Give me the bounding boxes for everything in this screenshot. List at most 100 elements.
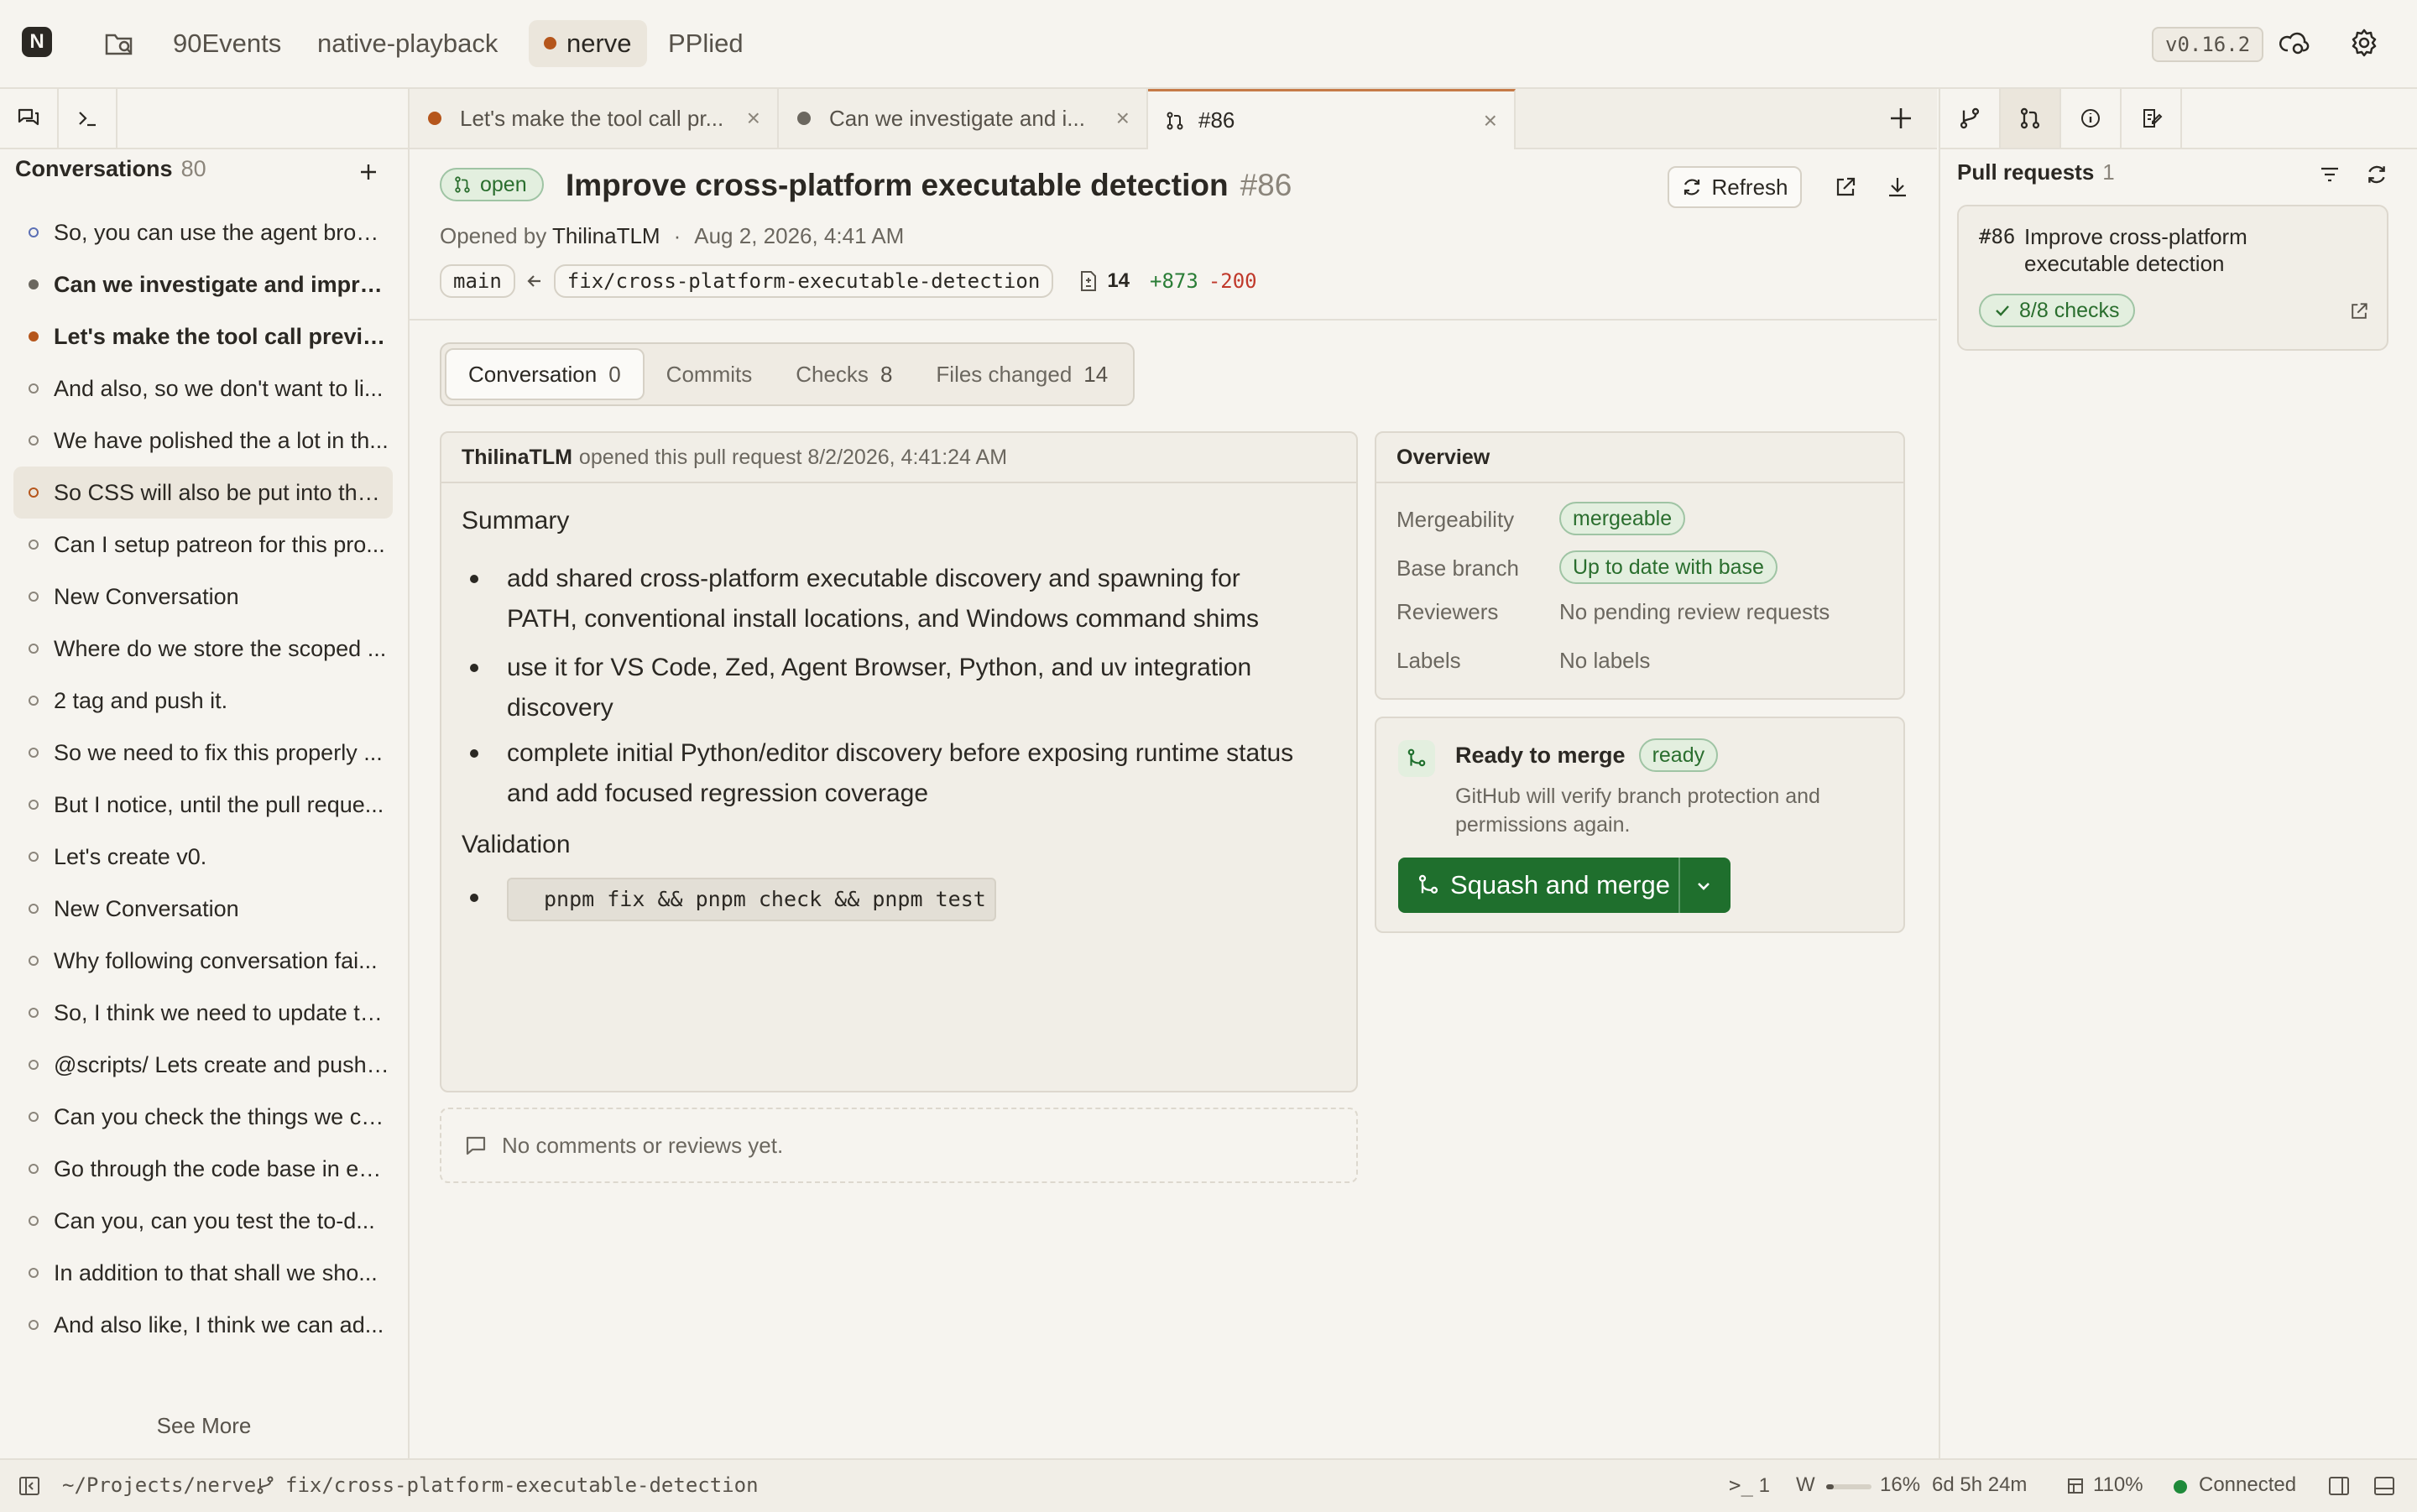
list-item[interactable]: Let's create v0. — [13, 831, 393, 883]
close-icon[interactable]: × — [1116, 105, 1130, 132]
tab-checks[interactable]: Checks 8 — [774, 348, 914, 400]
project-path[interactable]: ~/Projects/nerve — [62, 1473, 256, 1497]
list-item[interactable]: Can you, can you test the to-d... — [13, 1195, 393, 1247]
comment-action: opened this pull request 8/2/2026, 4:41:… — [578, 445, 1008, 469]
head-branch-chip[interactable]: fix/cross-platform-executable-detection — [553, 264, 1054, 298]
notepad-edit-icon — [2139, 107, 2163, 130]
version-badge: v0.16.2 — [2152, 27, 2264, 62]
list-item[interactable]: In addition to that shall we sho... — [13, 1247, 393, 1299]
refresh-icon[interactable] — [2365, 163, 2388, 186]
chevron-down-icon[interactable] — [1692, 874, 1715, 898]
tab-files-changed[interactable]: Files changed 14 — [914, 348, 1130, 400]
tab-pull-request[interactable]: #86 × — [1148, 89, 1516, 149]
download-icon[interactable] — [1885, 175, 1910, 200]
tab-pull-requests[interactable] — [2001, 89, 2061, 148]
list-item[interactable]: Where do we store the scoped ... — [13, 623, 393, 675]
bullet-line: discovery — [507, 694, 613, 722]
conversation-title: So CSS will also be put into the ... — [54, 479, 389, 505]
see-more-button[interactable]: See More — [0, 1413, 408, 1439]
pr-description-header: ThilinaTLM opened this pull request 8/2/2… — [441, 433, 1356, 483]
tab-git-branches[interactable] — [1940, 89, 2001, 148]
separator: · — [673, 223, 681, 248]
tab-conversation[interactable]: Conversation 0 — [445, 348, 645, 400]
subtab-count: 14 — [1083, 361, 1109, 387]
filter-icon[interactable] — [2318, 163, 2341, 186]
pr-list-item[interactable]: #86 Improve cross-platform executable de… — [1957, 205, 2388, 351]
tab-conversation-2[interactable]: Can we investigate and i... × — [779, 89, 1148, 148]
list-item[interactable]: Can I setup patreon for this pro... — [13, 519, 393, 571]
tab-commits[interactable]: Commits — [645, 348, 775, 400]
divider — [410, 319, 1937, 321]
base-branch-chip[interactable]: main — [440, 264, 515, 298]
tab-notes[interactable] — [2122, 89, 2182, 148]
list-item[interactable]: New Conversation — [13, 571, 393, 623]
terminal-count-value: 1 — [1758, 1474, 1770, 1497]
list-item[interactable]: And also, so we don't want to li... — [13, 362, 393, 414]
list-item[interactable]: Can you check the things we ca... — [13, 1091, 393, 1143]
status-dot — [29, 1216, 39, 1226]
new-tab-plus-icon[interactable] — [1887, 104, 1915, 133]
status-dot — [29, 1112, 39, 1122]
list-item[interactable]: 2 tag and push it. — [13, 675, 393, 727]
right-panel-tabs — [1940, 89, 2417, 149]
list-item[interactable]: So CSS will also be put into the ... — [13, 467, 393, 519]
terminal-count[interactable]: >_ 1 — [1729, 1473, 1770, 1498]
conversation-title: 2 tag and push it. — [54, 687, 228, 713]
conversation-title: @scripts/ Lets create and push ... — [54, 1051, 389, 1077]
tab-label: Can we investigate and i... — [829, 105, 1085, 131]
tab-info[interactable] — [2061, 89, 2122, 148]
merge-icon — [1398, 740, 1435, 777]
tab-conversation-1[interactable]: Let's make the tool call pr... × — [410, 89, 779, 148]
list-item[interactable]: So, you can use the agent brow... — [13, 206, 393, 258]
usage-percent: 16% — [1880, 1473, 1921, 1496]
top-bar: N 90Events native-playback nerve PPlied … — [0, 0, 2417, 89]
list-item[interactable]: Can we investigate and improv... — [13, 258, 393, 310]
overview-title: Overview — [1376, 433, 1903, 483]
close-icon[interactable]: × — [1484, 107, 1497, 134]
new-conversation-plus-icon[interactable] — [358, 161, 379, 183]
squash-and-merge-button[interactable]: Squash and merge — [1398, 858, 1731, 913]
checks-label: 8/8 checks — [2019, 298, 2120, 322]
list-item[interactable]: Go through the code base in ea... — [13, 1143, 393, 1195]
tab-terminal[interactable] — [59, 89, 117, 148]
pr-author[interactable]: ThilinaTLM — [552, 223, 660, 248]
list-item[interactable]: And also like, I think we can ad... — [13, 1299, 393, 1351]
toggle-bottom-panel-icon[interactable] — [2372, 1473, 2397, 1499]
list-item: pnpm fix && pnpm check && pnpm test — [470, 878, 996, 921]
zoom-icon — [2066, 1477, 2085, 1495]
comment-author[interactable]: ThilinaTLM — [462, 446, 572, 470]
workspace-tab-native-playback[interactable]: native-playback — [302, 20, 513, 67]
merge-description-line: GitHub will verify branch protection and — [1455, 785, 1820, 808]
list-item[interactable]: New Conversation — [13, 883, 393, 935]
toggle-sidebar-icon[interactable] — [17, 1473, 42, 1499]
list-item[interactable]: Why following conversation fai... — [13, 935, 393, 987]
status-dot — [29, 487, 39, 498]
external-link-icon[interactable] — [1833, 175, 1858, 200]
workspace-tab-90events[interactable]: 90Events — [158, 20, 296, 67]
external-link-icon[interactable] — [2348, 300, 2370, 322]
gear-icon[interactable] — [2348, 27, 2380, 59]
toggle-right-panel-icon[interactable] — [2326, 1473, 2352, 1499]
current-branch[interactable]: fix/cross-platform-executable-detection — [285, 1473, 759, 1497]
list-item[interactable]: Let's make the tool call preview... — [13, 310, 393, 362]
list-item[interactable]: @scripts/ Lets create and push ... — [13, 1039, 393, 1091]
list-item[interactable]: We have polished the a lot in th... — [13, 414, 393, 467]
list-item[interactable]: So we need to fix this properly ... — [13, 727, 393, 779]
app-logo: N — [22, 27, 52, 57]
cloud-sync-icon[interactable] — [2279, 27, 2311, 59]
list-item[interactable]: So, I think we need to update th... — [13, 987, 393, 1039]
close-icon[interactable]: × — [747, 105, 760, 132]
tab-conversations[interactable] — [0, 89, 59, 148]
pr-subtabs: Conversation 0 Commits Checks 8 Files chan… — [440, 342, 1135, 406]
folder-search-icon[interactable] — [102, 27, 136, 60]
app-window: N 90Events native-playback nerve PPlied … — [0, 0, 2417, 1512]
conversation-title: Why following conversation fai... — [54, 947, 378, 973]
workspace-tab-nerve[interactable]: nerve — [529, 20, 647, 67]
workspace-tab-pplied[interactable]: PPlied — [653, 20, 759, 67]
no-comments-box: No comments or reviews yet. — [440, 1108, 1358, 1183]
zoom-level[interactable]: 110% — [2093, 1473, 2143, 1497]
status-dot — [29, 383, 39, 394]
conversation-title: In addition to that shall we sho... — [54, 1259, 378, 1285]
refresh-button[interactable]: Refresh — [1668, 166, 1802, 208]
list-item[interactable]: But I notice, until the pull reque... — [13, 779, 393, 831]
